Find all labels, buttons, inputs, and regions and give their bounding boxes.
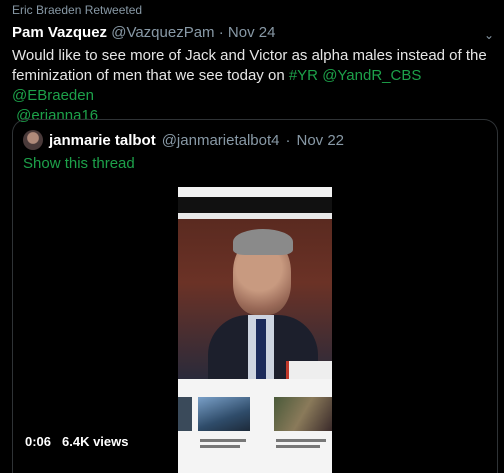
hashtag-link[interactable]: #YR <box>289 67 318 84</box>
video-frame-thumbnail <box>274 397 332 431</box>
video-player[interactable] <box>178 187 332 473</box>
mention-link[interactable]: @EBraeden <box>12 87 94 104</box>
video-frame-webpage <box>178 379 332 473</box>
video-views-badge: 6.4K views <box>57 430 134 452</box>
video-frame-band <box>178 197 332 213</box>
video-frame-hair <box>233 229 293 255</box>
video-frame-photo <box>178 219 332 379</box>
quoted-tweet[interactable]: janmarie talbot @janmarietalbot4 · Nov 2… <box>12 119 498 473</box>
quoted-date-separator: · <box>285 131 291 149</box>
show-thread-link[interactable]: Show this thread <box>23 155 135 172</box>
mention-link[interactable]: @YandR_CBS <box>322 67 421 84</box>
video-frame-thumbnail <box>198 397 250 431</box>
video-frame-caption <box>276 439 326 442</box>
chevron-down-icon[interactable]: ⌄ <box>484 28 494 42</box>
avatar[interactable] <box>23 130 43 150</box>
video-frame-thumbnail <box>178 397 192 431</box>
tweet-text: Would like to see more of Jack and Victo… <box>12 46 500 126</box>
video-frame-caption <box>200 439 246 442</box>
tweet-date[interactable]: Nov 24 <box>228 24 276 41</box>
quoted-author-name[interactable]: janmarie talbot <box>49 132 156 149</box>
quoted-header: janmarie talbot @janmarietalbot4 · Nov 2… <box>23 130 344 150</box>
video-duration-badge: 0:06 <box>20 430 57 452</box>
quoted-author-handle: @janmarietalbot4 <box>161 131 280 149</box>
date-separator: · <box>218 24 224 41</box>
video-frame-caption <box>276 445 320 448</box>
author-handle[interactable]: @VazquezPam <box>111 24 214 41</box>
video-frame-caption <box>200 445 240 448</box>
video-frame-lower-third <box>286 361 332 379</box>
tweet-header: Pam Vazquez @VazquezPam · Nov 24 <box>12 24 275 41</box>
retweet-indicator[interactable]: Eric Braeden Retweeted <box>12 3 142 17</box>
author-name[interactable]: Pam Vazquez <box>12 24 107 41</box>
retweet-label: Eric Braeden Retweeted <box>12 3 143 17</box>
video-frame-top <box>178 187 332 197</box>
quoted-date: Nov 22 <box>296 131 345 149</box>
video-frame-tie <box>256 319 266 379</box>
